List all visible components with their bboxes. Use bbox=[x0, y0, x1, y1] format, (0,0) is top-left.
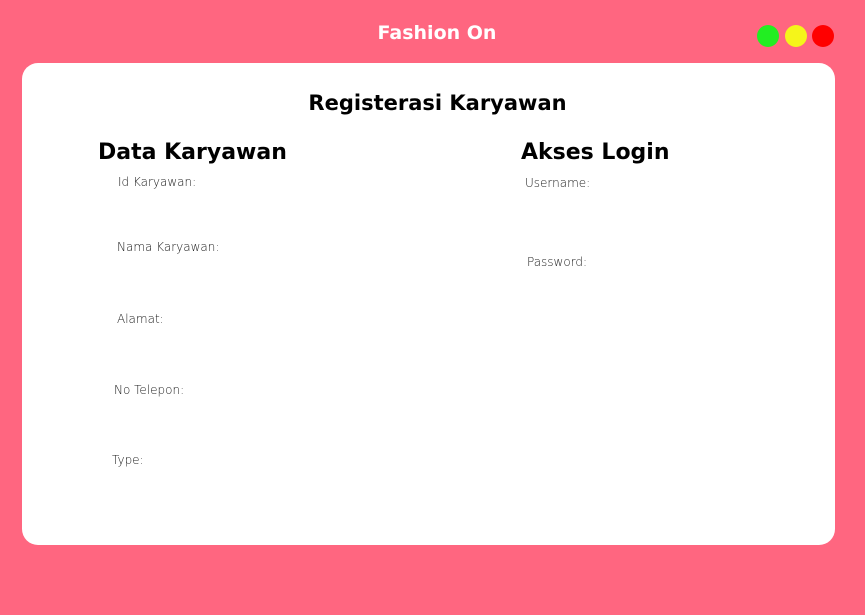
id-karyawan-label: Id Karyawan: bbox=[118, 175, 197, 189]
maximize-button[interactable] bbox=[757, 25, 779, 47]
registration-card: Registerasi Karyawan Data Karyawan Id Ka… bbox=[22, 63, 835, 545]
alamat-label: Alamat: bbox=[117, 312, 164, 326]
minimize-button[interactable] bbox=[785, 25, 807, 47]
nama-karyawan-label: Nama Karyawan: bbox=[117, 240, 220, 254]
type-label: Type: bbox=[112, 453, 144, 467]
username-label: Username: bbox=[525, 176, 591, 190]
form-title: Registerasi Karyawan bbox=[308, 91, 567, 115]
app-title: Fashion On bbox=[377, 22, 497, 44]
password-label: Password: bbox=[527, 255, 588, 269]
akses-login-heading: Akses Login bbox=[521, 140, 670, 165]
data-karyawan-heading: Data Karyawan bbox=[98, 140, 287, 165]
no-telepon-label: No Telepon: bbox=[114, 383, 185, 397]
close-button[interactable] bbox=[812, 25, 834, 47]
